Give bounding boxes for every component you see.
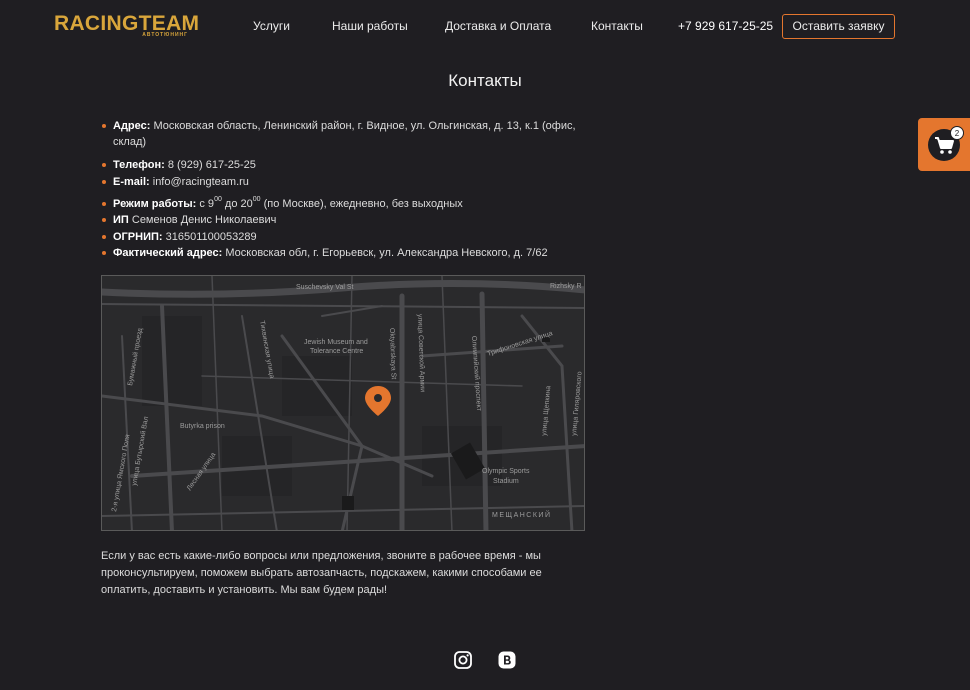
bullet — [102, 218, 106, 222]
header-phone[interactable]: +7 929 617-25-25 — [678, 19, 773, 33]
phone-label: Телефон: — [113, 159, 165, 171]
nav-works[interactable]: Наши работы — [332, 19, 408, 33]
nav-delivery[interactable]: Доставка и Оплата — [445, 19, 551, 33]
ogrnip-label: ОГРНИП: — [113, 231, 163, 243]
cart-count-badge: 2 — [950, 126, 964, 140]
email-label: E-mail: — [113, 176, 150, 188]
bullet — [102, 251, 106, 255]
map-label-olympic-1: Olympic Sports — [482, 468, 530, 475]
address-label: Адрес: — [113, 120, 151, 132]
email-item: E-mail: info@racingteam.ru — [102, 174, 592, 190]
actual-address-value: Московская обл, г. Егорьевск, ул. Алекса… — [225, 247, 548, 259]
phone-item: Телефон: 8 (929) 617-25-25 — [102, 157, 592, 173]
instagram-link[interactable] — [453, 650, 473, 670]
bullet — [102, 180, 106, 184]
ip-item: ИП Семенов Денис Николаевич — [102, 212, 592, 228]
bullet — [102, 235, 106, 239]
map-label-sushchevsky: Suschevsky Val St — [296, 284, 354, 291]
email-value[interactable]: info@racingteam.ru — [153, 176, 249, 188]
map-canvas: Suschevsky Val St Rizhsky R Jewish Museu… — [102, 276, 584, 530]
vk-icon — [498, 651, 516, 669]
phone-value[interactable]: 8 (929) 617-25-25 — [168, 159, 256, 171]
nav-contacts[interactable]: Контакты — [591, 19, 643, 33]
hours-suffix: (по Москве), ежедневно, без выходных — [260, 198, 463, 210]
ip-value: Семенов Денис Николаевич — [131, 214, 277, 226]
actual-address-item: Фактический адрес: Московская обл, г. Ег… — [102, 245, 592, 261]
hours-sup-open: 00 — [214, 196, 222, 204]
location-map[interactable]: Suschevsky Val St Rizhsky R Jewish Museu… — [101, 275, 585, 531]
map-label-olympic-2: Stadium — [493, 478, 519, 485]
vk-link[interactable] — [497, 650, 517, 670]
ogrnip-item: ОГРНИП: 316501100053289 — [102, 229, 592, 245]
ogrnip-value: 316501100053289 — [165, 231, 257, 243]
bullet — [102, 124, 106, 128]
address-item: Адрес: Московская область, Ленинский рай… — [102, 118, 592, 150]
actual-address-label: Фактический адрес: — [113, 247, 223, 259]
hours-label: Режим работы: — [113, 198, 197, 210]
logo-subtitle: АВТОТЮНИНГ — [142, 32, 188, 38]
bullet — [102, 202, 106, 206]
request-button[interactable]: Оставить заявку — [782, 14, 895, 39]
map-label-jewish-2: Tolerance Centre — [310, 348, 363, 355]
cart-button[interactable]: 2 — [918, 118, 970, 171]
hours-middle: до 20 — [221, 198, 253, 210]
map-label-butyrka: Butyrka prison — [180, 423, 225, 430]
hours-prefix: с 9 — [199, 198, 215, 210]
bullet — [102, 163, 106, 167]
contact-description: Если у вас есть какие-либо вопросы или п… — [101, 550, 542, 596]
logo[interactable]: RACINGTEAM АВТОТЮНИНГ — [54, 12, 199, 42]
address-value: Московская область, Ленинский район, г. … — [113, 120, 576, 148]
map-label-meshchansky: МЕЩАНСКИЙ — [492, 510, 551, 519]
instagram-icon — [454, 651, 472, 669]
map-label-rizhsky: Rizhsky R — [550, 283, 582, 290]
map-label-jewish-1: Jewish Museum and — [304, 339, 368, 346]
hours-sup-close: 00 — [252, 196, 261, 204]
site-header: RACINGTEAM АВТОТЮНИНГ Услуги Наши работы… — [0, 0, 970, 54]
hours-item: Режим работы: с 900 до 2000 (по Москве),… — [102, 196, 592, 212]
page-title: Контакты — [448, 71, 522, 90]
nav-services[interactable]: Услуги — [253, 19, 290, 33]
ip-label: ИП — [113, 214, 129, 226]
